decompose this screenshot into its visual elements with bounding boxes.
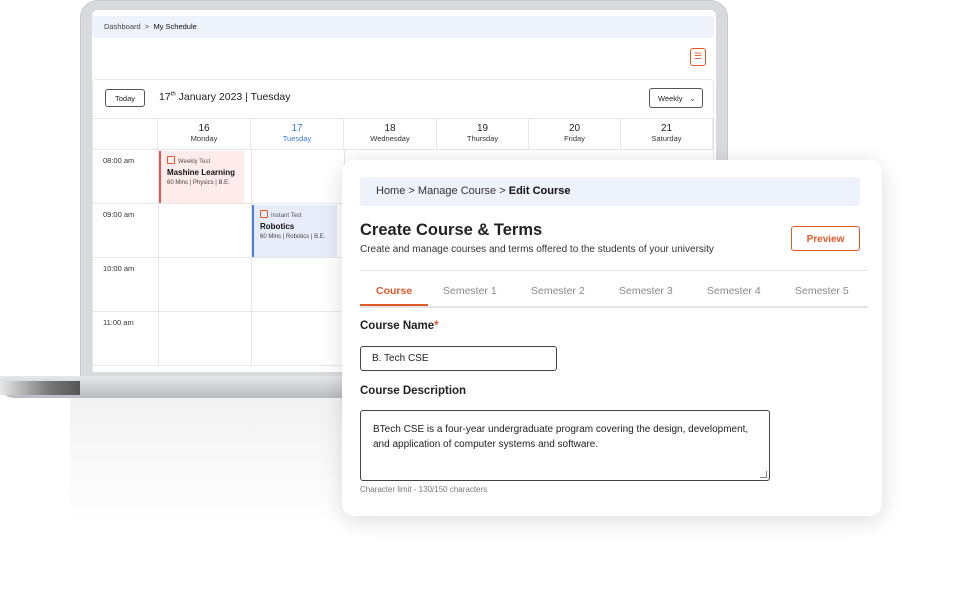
resize-handle-icon[interactable] [760, 471, 767, 478]
breadcrumb-current: My Schedule [153, 22, 197, 31]
today-button[interactable]: Today [105, 89, 145, 107]
event-card-instant-test[interactable]: Instant Test Robotics 60 Mins | Robotics… [252, 205, 337, 257]
view-select[interactable]: Weekly ⌄ [649, 88, 703, 108]
tab-semester-2[interactable]: Semester 2 [531, 285, 585, 297]
day-header[interactable]: 21 Saturday [621, 118, 713, 150]
test-icon [260, 210, 268, 218]
breadcrumb-edit-course: Edit Course [508, 185, 571, 197]
course-breadcrumb: Home > Manage Course > Edit Course [360, 177, 860, 206]
current-date: 17th January 2023 | Tuesday [159, 91, 291, 103]
list-view-icon[interactable]: ☰ [690, 48, 706, 66]
day-header-active[interactable]: 17 Tuesday [251, 118, 344, 150]
edit-course-card: Home > Manage Course > Edit Course Creat… [342, 160, 882, 516]
course-name-label: Course Name* [360, 320, 439, 332]
course-description-textarea[interactable]: BTech CSE is a four-year undergraduate p… [360, 410, 770, 481]
breadcrumb-separator: > [144, 22, 150, 31]
course-name-input[interactable]: B. Tech CSE [360, 346, 557, 371]
day-header[interactable]: 18 Wednesday [344, 118, 437, 150]
breadcrumb: Dashboard > My Schedule [92, 16, 714, 38]
laptop-shadow [70, 398, 370, 523]
page-title: Create Course & Terms [360, 221, 543, 239]
breadcrumb-manage-course[interactable]: Manage Course [418, 185, 496, 197]
test-icon [167, 156, 175, 164]
tab-semester-3[interactable]: Semester 3 [619, 285, 673, 297]
tab-course[interactable]: Course [376, 285, 412, 297]
active-tab-indicator [360, 304, 428, 306]
header-corner [93, 118, 158, 150]
preview-button[interactable]: Preview [791, 226, 860, 251]
tab-semester-5[interactable]: Semester 5 [795, 285, 849, 297]
course-description-label: Course Description [360, 385, 467, 397]
laptop-base-edge [0, 381, 80, 395]
course-tabs: Course Semester 1 Semester 2 Semester 3 … [360, 284, 868, 308]
day-header[interactable]: 19 Thursday [437, 118, 529, 150]
tab-semester-1[interactable]: Semester 1 [443, 285, 497, 297]
page-subtitle: Create and manage courses and terms offe… [360, 244, 714, 255]
day-header[interactable]: 20 Friday [529, 118, 621, 150]
day-header[interactable]: 16 Monday [158, 118, 251, 150]
breadcrumb-home[interactable]: Home [376, 185, 405, 197]
divider [360, 270, 868, 271]
event-card-weekly-test[interactable]: Weekly Test Mashine Learning 60 Mins | P… [159, 151, 244, 203]
character-limit: Character limit - 130/150 characters [360, 485, 488, 494]
chevron-down-icon: ⌄ [689, 94, 696, 103]
tab-semester-4[interactable]: Semester 4 [707, 285, 761, 297]
breadcrumb-dashboard[interactable]: Dashboard [104, 22, 141, 31]
